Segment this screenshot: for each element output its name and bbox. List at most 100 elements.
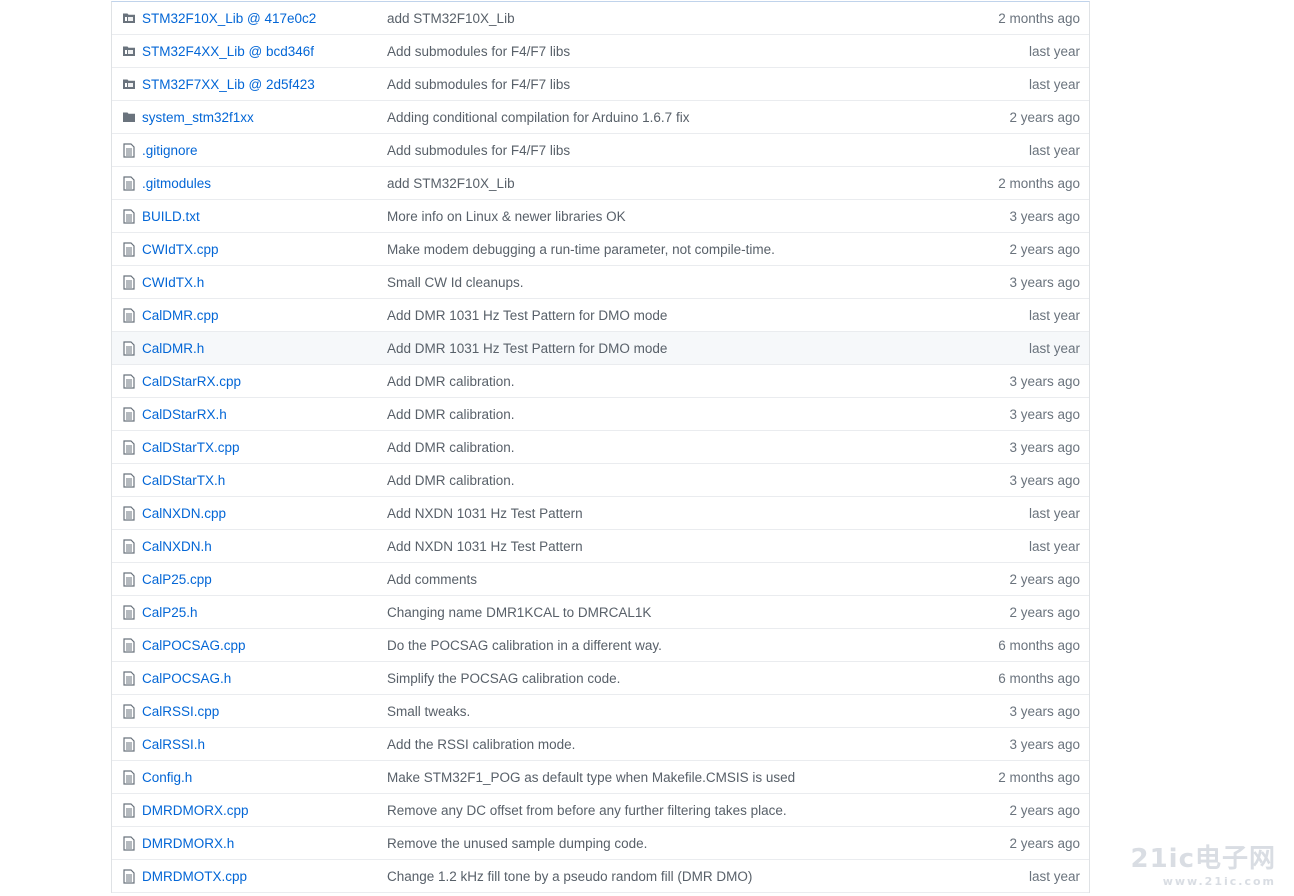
file-name-link[interactable]: CalDStarRX.cpp: [142, 374, 382, 389]
file-name-link[interactable]: CalRSSI.h: [142, 737, 382, 752]
commit-message-link[interactable]: Add submodules for F4/F7 libs: [382, 44, 947, 59]
commit-message-link[interactable]: Change 1.2 kHz fill tone by a pseudo ran…: [382, 869, 947, 884]
file-name-link[interactable]: CalRSSI.cpp: [142, 704, 382, 719]
watermark-sub: www.21ic.com: [1162, 875, 1276, 888]
commit-message-link[interactable]: Add DMR 1031 Hz Test Pattern for DMO mod…: [382, 341, 947, 356]
commit-message-link[interactable]: Add DMR calibration.: [382, 374, 947, 389]
commit-message-link[interactable]: add STM32F10X_Lib: [382, 176, 947, 191]
commit-message-link[interactable]: Do the POCSAG calibration in a different…: [382, 638, 947, 653]
file-row[interactable]: DMRDMORX.cpp Remove any DC offset from be…: [112, 794, 1089, 827]
commit-message-link[interactable]: Changing name DMR1KCAL to DMRCAL1K: [382, 605, 947, 620]
commit-message-link[interactable]: Simplify the POCSAG calibration code.: [382, 671, 947, 686]
file-name-link[interactable]: .gitignore: [142, 143, 382, 158]
file-row[interactable]: CalDStarTX.h Add DMR calibration. 3 years …: [112, 464, 1089, 497]
commit-age: last year: [1028, 505, 1080, 521]
file-row[interactable]: Config.h Make STM32F1_POG as default type…: [112, 761, 1089, 794]
file-row[interactable]: CalDStarRX.cpp Add DMR calibration. 3 year…: [112, 365, 1089, 398]
commit-message-link[interactable]: Add the RSSI calibration mode.: [382, 737, 947, 752]
file-row[interactable]: CalP25.cpp Add comments 2 years ago: [112, 563, 1089, 596]
commit-age: last year: [1028, 340, 1080, 356]
file-row[interactable]: .gitignore Add submodules for F4/F7 libs l…: [112, 134, 1089, 167]
file-row[interactable]: STM32F10X_Lib @ 417e0c2 add STM32F10X_Lib…: [112, 2, 1089, 35]
commit-age: 3 years ago: [1009, 208, 1080, 224]
file-name-link[interactable]: BUILD.txt: [142, 209, 382, 224]
commit-age: 2 years ago: [1009, 109, 1080, 125]
commit-age: 6 months ago: [998, 670, 1080, 686]
file-name-link[interactable]: CalDMR.h: [142, 341, 382, 356]
commit-message-link[interactable]: Add DMR calibration.: [382, 407, 947, 422]
file-icon: [122, 406, 136, 422]
commit-message-link[interactable]: Add comments: [382, 572, 947, 587]
file-icon: [122, 736, 136, 752]
commit-message-link[interactable]: Add DMR calibration.: [382, 440, 947, 455]
file-row[interactable]: CalDStarRX.h Add DMR calibration. 3 years …: [112, 398, 1089, 431]
commit-message-link[interactable]: Add submodules for F4/F7 libs: [382, 77, 947, 92]
file-name-link[interactable]: CalP25.h: [142, 605, 382, 620]
commit-message-link[interactable]: Small CW Id cleanups.: [382, 275, 947, 290]
commit-age: 2 months ago: [998, 769, 1080, 785]
commit-age: 3 years ago: [1009, 274, 1080, 290]
commit-message-link[interactable]: Small tweaks.: [382, 704, 947, 719]
file-row[interactable]: BUILD.txt More info on Linux & newer libr…: [112, 200, 1089, 233]
commit-message-link[interactable]: Make STM32F1_POG as default type when Ma…: [382, 770, 947, 785]
file-name-link[interactable]: CalDStarTX.cpp: [142, 440, 382, 455]
file-icon: [122, 175, 136, 191]
file-name-link[interactable]: CalP25.cpp: [142, 572, 382, 587]
file-name-link[interactable]: .gitmodules: [142, 176, 382, 191]
file-name-link[interactable]: CalDStarTX.h: [142, 473, 382, 488]
file-icon: [122, 142, 136, 158]
commit-message-link[interactable]: Adding conditional compilation for Ardui…: [382, 110, 947, 125]
file-list-table: STM32F10X_Lib @ 417e0c2 add STM32F10X_Lib…: [111, 1, 1090, 893]
file-icon: [122, 703, 136, 719]
file-name-link[interactable]: STM32F4XX_Lib @ bcd346f: [142, 44, 382, 59]
commit-message-link[interactable]: Remove the unused sample dumping code.: [382, 836, 947, 851]
file-row[interactable]: CWIdTX.h Small CW Id cleanups. 3 years ago: [112, 266, 1089, 299]
file-name-link[interactable]: DMRDMORX.cpp: [142, 803, 382, 818]
file-name-link[interactable]: CalDMR.cpp: [142, 308, 382, 323]
file-name-link[interactable]: DMRDMORX.h: [142, 836, 382, 851]
commit-message-link[interactable]: More info on Linux & newer libraries OK: [382, 209, 947, 224]
commit-age: 2 years ago: [1009, 835, 1080, 851]
file-row[interactable]: STM32F7XX_Lib @ 2d5f423 Add submodules fo…: [112, 68, 1089, 101]
file-name-link[interactable]: CWIdTX.h: [142, 275, 382, 290]
commit-message-link[interactable]: Add submodules for F4/F7 libs: [382, 143, 947, 158]
submodule-icon: [122, 10, 136, 26]
file-row[interactable]: CalRSSI.h Add the RSSI calibration mode. 3…: [112, 728, 1089, 761]
file-row[interactable]: CalRSSI.cpp Small tweaks. 3 years ago: [112, 695, 1089, 728]
commit-age: 3 years ago: [1009, 406, 1080, 422]
file-name-link[interactable]: Config.h: [142, 770, 382, 785]
file-row[interactable]: CalDStarTX.cpp Add DMR calibration. 3 year…: [112, 431, 1089, 464]
file-name-link[interactable]: CalPOCSAG.cpp: [142, 638, 382, 653]
file-row[interactable]: STM32F4XX_Lib @ bcd346f Add submodules fo…: [112, 35, 1089, 68]
file-icon: [122, 373, 136, 389]
commit-age: last year: [1028, 76, 1080, 92]
file-row[interactable]: CalNXDN.h Add NXDN 1031 Hz Test Pattern la…: [112, 530, 1089, 563]
commit-message-link[interactable]: Add NXDN 1031 Hz Test Pattern: [382, 506, 947, 521]
commit-message-link[interactable]: Make modem debugging a run-time paramete…: [382, 242, 947, 257]
commit-message-link[interactable]: Remove any DC offset from before any fur…: [382, 803, 947, 818]
commit-message-link[interactable]: Add NXDN 1031 Hz Test Pattern: [382, 539, 947, 554]
file-name-link[interactable]: CalPOCSAG.h: [142, 671, 382, 686]
file-row[interactable]: CalPOCSAG.h Simplify the POCSAG calibrati…: [112, 662, 1089, 695]
file-name-link[interactable]: CalNXDN.h: [142, 539, 382, 554]
file-name-link[interactable]: CalNXDN.cpp: [142, 506, 382, 521]
file-name-link[interactable]: STM32F7XX_Lib @ 2d5f423: [142, 77, 382, 92]
file-row[interactable]: system_stm32f1xx Adding conditional compi…: [112, 101, 1089, 134]
file-row[interactable]: CalDMR.h Add DMR 1031 Hz Test Pattern for…: [112, 332, 1089, 365]
file-name-link[interactable]: CWIdTX.cpp: [142, 242, 382, 257]
file-row[interactable]: CalDMR.cpp Add DMR 1031 Hz Test Pattern f…: [112, 299, 1089, 332]
file-name-link[interactable]: CalDStarRX.h: [142, 407, 382, 422]
commit-message-link[interactable]: Add DMR 1031 Hz Test Pattern for DMO mod…: [382, 308, 947, 323]
commit-message-link[interactable]: Add DMR calibration.: [382, 473, 947, 488]
file-row[interactable]: CWIdTX.cpp Make modem debugging a run-tim…: [112, 233, 1089, 266]
file-name-link[interactable]: DMRDMOTX.cpp: [142, 869, 382, 884]
file-name-link[interactable]: STM32F10X_Lib @ 417e0c2: [142, 11, 382, 26]
file-row[interactable]: DMRDMOTX.cpp Change 1.2 kHz fill tone by …: [112, 860, 1089, 893]
file-row[interactable]: DMRDMORX.h Remove the unused sample dumpi…: [112, 827, 1089, 860]
file-row[interactable]: .gitmodules add STM32F10X_Lib 2 months ago: [112, 167, 1089, 200]
file-name-link[interactable]: system_stm32f1xx: [142, 110, 382, 125]
file-row[interactable]: CalP25.h Changing name DMR1KCAL to DMRCAL…: [112, 596, 1089, 629]
file-row[interactable]: CalPOCSAG.cpp Do the POCSAG calibration i…: [112, 629, 1089, 662]
commit-message-link[interactable]: add STM32F10X_Lib: [382, 11, 947, 26]
file-row[interactable]: CalNXDN.cpp Add NXDN 1031 Hz Test Pattern…: [112, 497, 1089, 530]
